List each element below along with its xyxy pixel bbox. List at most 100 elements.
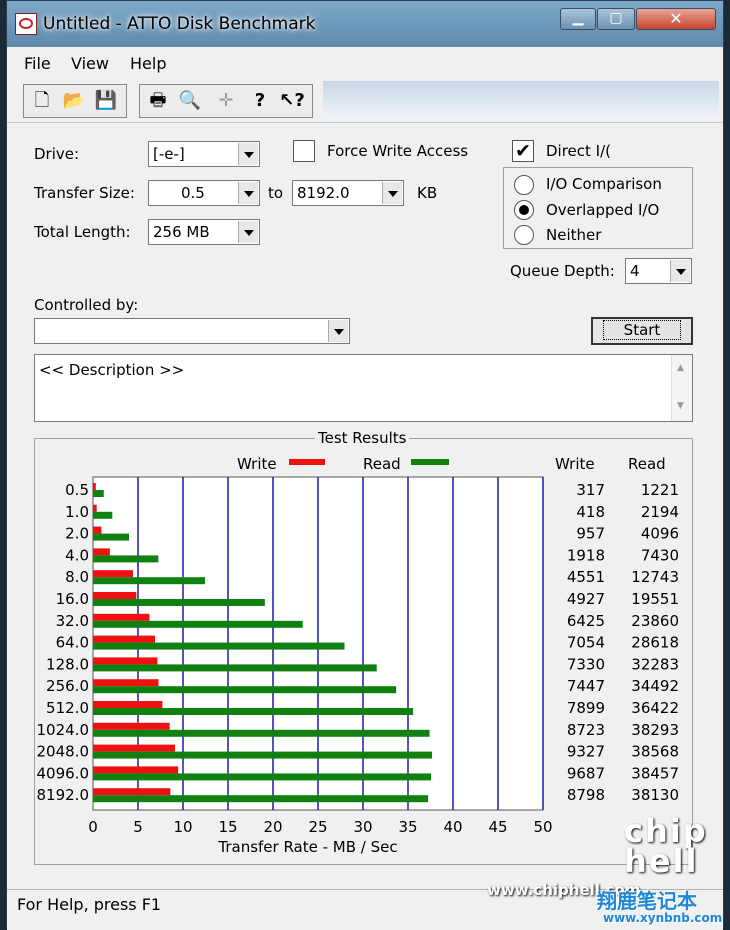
transfer-to-value: 8192.0 xyxy=(297,184,350,202)
scroll-down-icon[interactable]: ▼ xyxy=(677,401,684,411)
write-value: 7447 xyxy=(567,677,605,695)
read-value: 2194 xyxy=(641,503,679,521)
menu-file[interactable]: File xyxy=(24,54,51,73)
chevron-down-icon[interactable] xyxy=(328,320,348,342)
controlled-by-label: Controlled by: xyxy=(34,296,139,314)
read-value: 34492 xyxy=(631,677,679,695)
transfer-from-value: 0.5 xyxy=(181,184,205,202)
overlapped-io-radio[interactable] xyxy=(514,200,534,220)
category-label: 4.0 xyxy=(65,546,89,564)
write-bar xyxy=(93,722,170,730)
to-label: to xyxy=(268,184,284,202)
write-value: 957 xyxy=(576,525,605,543)
category-label: 512.0 xyxy=(46,699,89,717)
test-results-group: Test Results Write Read Write Read 0.5 317 122… xyxy=(34,429,693,865)
write-value: 6425 xyxy=(567,612,605,630)
print-preview-icon[interactable]: 🔍 xyxy=(177,88,203,114)
x-tick-label: 45 xyxy=(488,818,507,836)
results-chart: Write Read Write Read 0.5 317 1221 1.0 418 2194 2.… xyxy=(37,455,680,856)
controlled-by-select[interactable] xyxy=(34,318,350,344)
force-write-checkbox[interactable] xyxy=(293,140,315,162)
new-icon[interactable]: 🗋 xyxy=(29,88,55,114)
write-value: 9687 xyxy=(567,764,605,782)
read-value: 28618 xyxy=(631,634,679,652)
read-bar xyxy=(93,795,429,803)
chevron-down-icon[interactable] xyxy=(238,221,258,243)
read-bar xyxy=(93,555,159,563)
description-textarea[interactable]: << Description >> ▲ ▼ xyxy=(34,354,693,422)
queue-depth-value: 4 xyxy=(630,262,640,280)
write-value: 7899 xyxy=(567,699,605,717)
write-bar xyxy=(93,635,155,643)
chevron-down-icon[interactable] xyxy=(382,182,402,204)
force-write-label: Force Write Access xyxy=(327,142,469,160)
watermark-cn-site: www.xynbnb.com xyxy=(603,911,723,925)
read-bar xyxy=(93,664,377,672)
transfer-from-select[interactable]: 0.5 xyxy=(148,180,260,206)
write-bar xyxy=(93,701,163,708)
write-bar xyxy=(93,679,159,687)
save-icon[interactable]: 💾 xyxy=(93,88,119,114)
help-icon[interactable]: ? xyxy=(247,88,273,114)
category-label: 1.0 xyxy=(65,503,89,521)
start-button[interactable]: Start xyxy=(591,317,693,345)
io-comparison-radio[interactable] xyxy=(514,175,534,195)
category-label: 256.0 xyxy=(46,677,89,695)
write-bar xyxy=(93,744,175,752)
read-bar xyxy=(93,620,303,628)
category-label: 32.0 xyxy=(56,612,89,630)
column-header-write: Write xyxy=(555,455,595,473)
toolbar: 🗋 📂 💾 🖶 🔍 ✛ ? ↖? xyxy=(7,80,723,123)
queue-depth-select[interactable]: 4 xyxy=(625,258,692,284)
chevron-down-icon[interactable] xyxy=(670,260,690,282)
read-value: 1221 xyxy=(641,481,679,499)
print-icon[interactable]: 🖶 xyxy=(145,88,171,114)
category-label: 1024.0 xyxy=(37,721,90,739)
read-bar xyxy=(93,490,104,497)
watermark-logo: chip hell xyxy=(624,812,708,880)
chevron-down-icon[interactable] xyxy=(238,143,258,165)
read-value: 38568 xyxy=(631,743,679,761)
column-header-read: Read xyxy=(628,455,666,473)
chevron-down-icon[interactable] xyxy=(238,182,258,204)
category-label: 0.5 xyxy=(65,481,89,499)
move-icon[interactable]: ✛ xyxy=(213,88,239,114)
maximize-button[interactable]: ▢ xyxy=(597,8,635,30)
x-tick-label: 15 xyxy=(218,818,237,836)
transfer-to-select[interactable]: 8192.0 xyxy=(292,180,404,206)
direct-io-checkbox[interactable]: ✔ xyxy=(512,140,534,162)
read-value: 38130 xyxy=(631,786,679,804)
read-bar xyxy=(93,729,430,737)
category-label: 2.0 xyxy=(65,525,89,543)
close-button[interactable]: ✕ xyxy=(636,8,716,30)
drive-select[interactable]: [-e-] xyxy=(148,141,260,167)
write-value: 418 xyxy=(576,503,605,521)
toolbar-print-group: 🖶 🔍 ✛ ? ↖? xyxy=(139,84,313,118)
total-length-select[interactable]: 256 MB xyxy=(148,219,260,245)
read-value: 7430 xyxy=(641,546,679,564)
write-bar xyxy=(93,570,133,578)
write-value: 4927 xyxy=(567,590,605,608)
write-value: 4551 xyxy=(567,568,605,586)
minimize-button[interactable]: ▁ xyxy=(560,8,596,30)
description-scrollbar[interactable]: ▲ ▼ xyxy=(671,355,692,421)
neither-radio[interactable] xyxy=(514,225,534,245)
category-label: 16.0 xyxy=(56,590,89,608)
drive-value: [-e-] xyxy=(153,145,185,163)
read-value: 32283 xyxy=(631,655,679,673)
write-value: 7330 xyxy=(567,655,605,673)
write-bar xyxy=(93,766,179,774)
title-bar[interactable]: Untitled - ATTO Disk Benchmark ▁ ▢ ✕ xyxy=(7,1,723,47)
context-help-icon[interactable]: ↖? xyxy=(279,88,305,114)
menu-help[interactable]: Help xyxy=(130,54,166,73)
x-tick-label: 10 xyxy=(173,818,192,836)
scroll-up-icon[interactable]: ▲ xyxy=(677,363,684,373)
read-bar xyxy=(93,642,345,650)
write-bar xyxy=(93,526,102,534)
menu-view[interactable]: View xyxy=(71,54,109,73)
description-text: << Description >> xyxy=(39,361,185,379)
write-bar xyxy=(93,788,171,796)
read-bar xyxy=(93,511,113,519)
open-icon[interactable]: 📂 xyxy=(61,88,87,114)
overlapped-io-label: Overlapped I/O xyxy=(546,201,660,219)
